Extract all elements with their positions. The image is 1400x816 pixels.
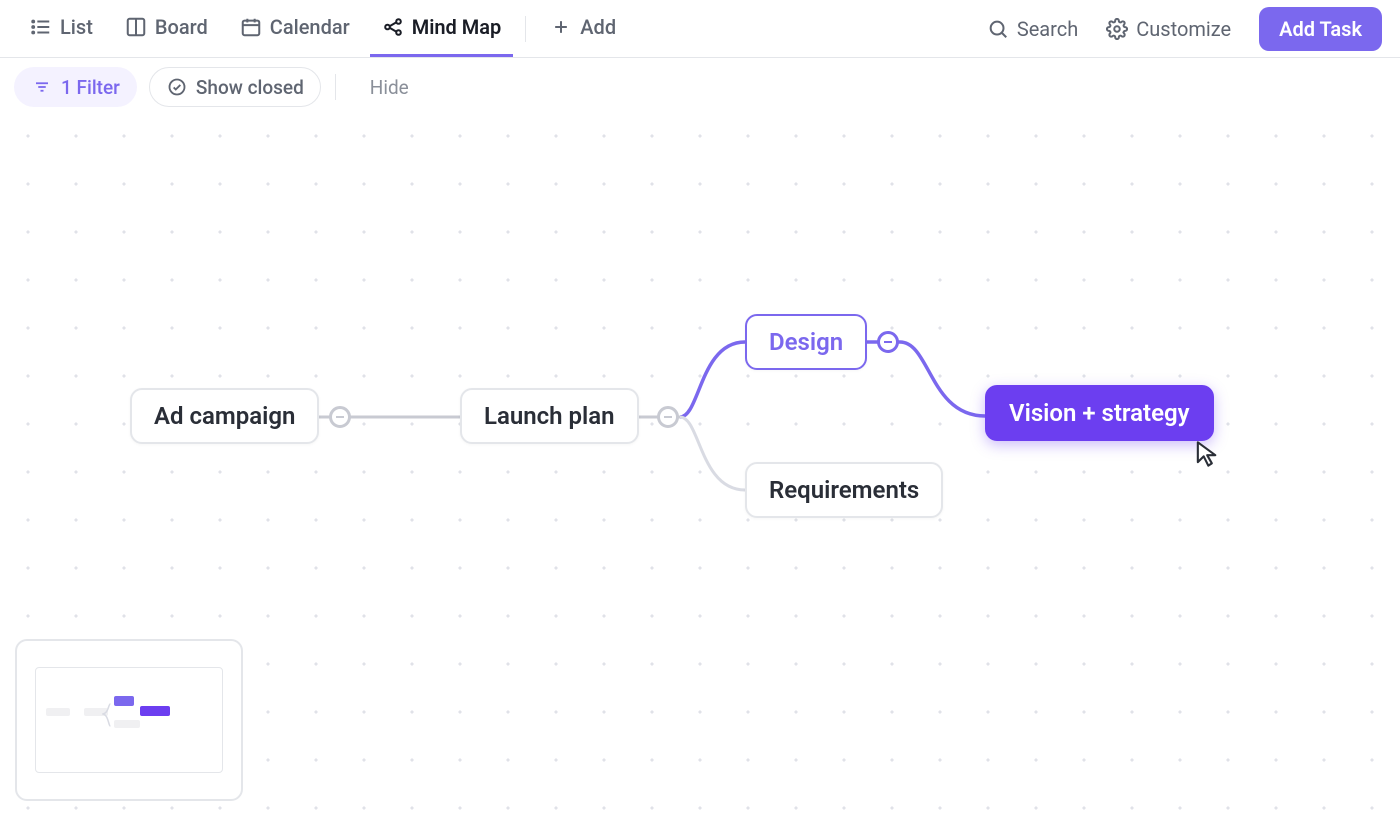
filter-label: 1 Filter	[61, 76, 120, 99]
tab-list[interactable]: List	[18, 1, 105, 57]
node-label: Launch plan	[484, 402, 615, 430]
customize-action[interactable]: Customize	[1096, 17, 1241, 41]
expand-handle[interactable]	[657, 406, 679, 428]
tab-label: List	[60, 15, 93, 39]
node-label: Design	[769, 328, 843, 356]
node-vision-strategy[interactable]: Vision + strategy	[985, 385, 1214, 441]
node-ad-campaign[interactable]: Ad campaign	[130, 388, 319, 444]
board-icon	[125, 16, 147, 38]
tab-label: Mind Map	[412, 15, 502, 39]
node-requirements[interactable]: Requirements	[745, 462, 943, 518]
node-label: Vision + strategy	[1009, 399, 1190, 427]
plus-icon	[550, 16, 572, 38]
tab-board[interactable]: Board	[113, 1, 220, 57]
add-view-label: Add	[580, 15, 616, 39]
tab-label: Calendar	[270, 15, 350, 39]
cursor-icon	[1192, 440, 1220, 468]
add-task-button[interactable]: Add Task	[1259, 7, 1382, 51]
tab-mind-map[interactable]: Mind Map	[370, 1, 514, 57]
minimap-viewport	[35, 667, 223, 773]
show-closed-label: Show closed	[196, 76, 304, 99]
list-icon	[30, 16, 52, 38]
view-tabs-bar: List Board Calendar Mind Map Add Search	[0, 0, 1400, 58]
calendar-icon	[240, 16, 262, 38]
node-label: Ad campaign	[154, 402, 295, 430]
gear-icon	[1106, 18, 1128, 40]
mindmap-toolbar: 1 Filter Show closed Hide	[0, 58, 1400, 116]
divider	[335, 74, 336, 100]
filter-icon	[31, 76, 53, 98]
divider	[525, 16, 526, 42]
minimap[interactable]	[15, 639, 243, 801]
search-action[interactable]: Search	[977, 17, 1088, 41]
customize-label: Customize	[1136, 17, 1231, 41]
add-view-button[interactable]: Add	[538, 1, 628, 57]
search-label: Search	[1017, 17, 1078, 41]
expand-handle[interactable]	[877, 331, 899, 353]
filter-button[interactable]: 1 Filter	[14, 67, 137, 107]
mind-map-icon	[382, 16, 404, 38]
search-icon	[987, 18, 1009, 40]
hide-button[interactable]: Hide	[360, 76, 419, 99]
node-design[interactable]: Design	[745, 314, 867, 370]
expand-handle[interactable]	[329, 406, 351, 428]
hide-label: Hide	[370, 76, 409, 99]
add-task-label: Add Task	[1279, 17, 1362, 41]
node-launch-plan[interactable]: Launch plan	[460, 388, 639, 444]
mindmap-canvas[interactable]: Ad campaign Launch plan Design Requireme…	[0, 116, 1400, 816]
show-closed-button[interactable]: Show closed	[149, 67, 321, 107]
tab-label: Board	[155, 15, 208, 39]
tab-calendar[interactable]: Calendar	[228, 1, 362, 57]
node-label: Requirements	[769, 476, 919, 504]
check-circle-icon	[166, 76, 188, 98]
